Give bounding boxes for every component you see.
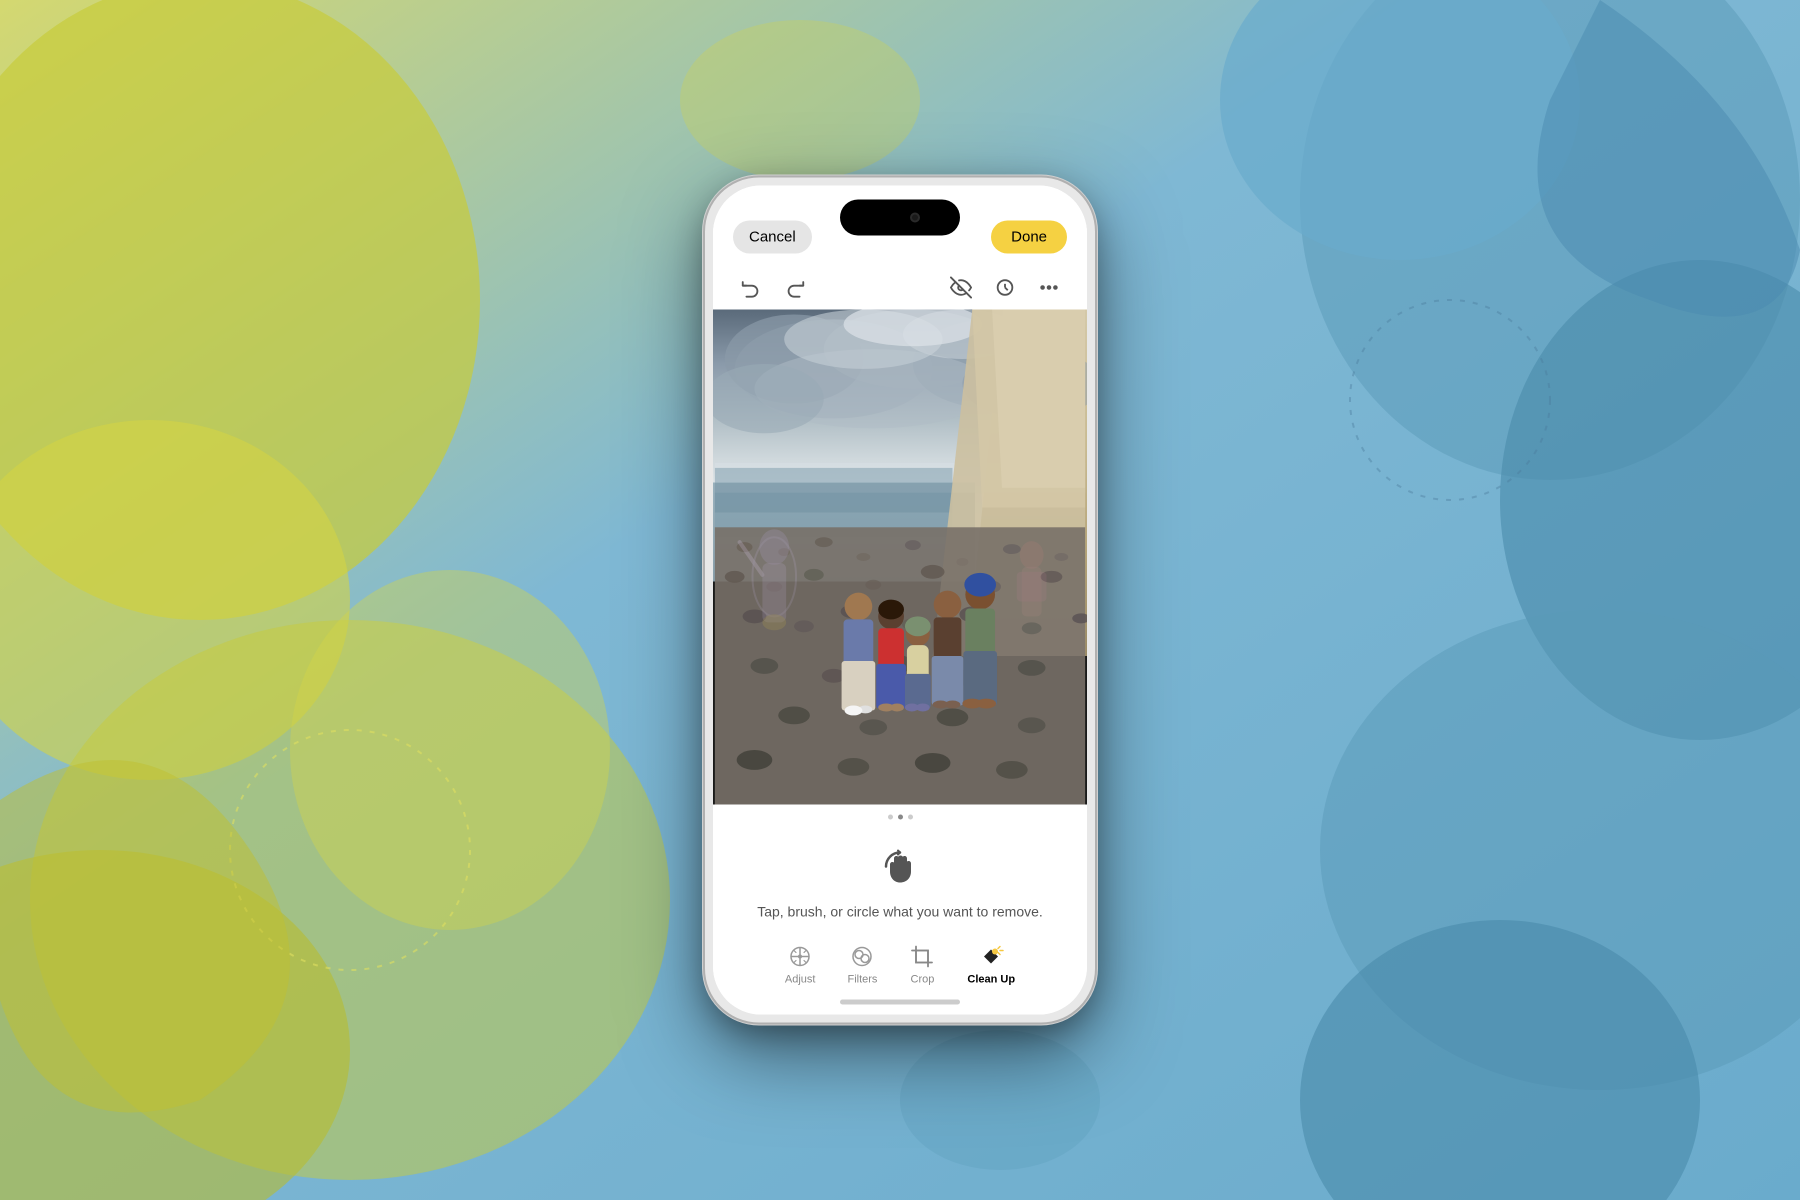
more-button[interactable] (1035, 274, 1063, 302)
toolbar-cleanup[interactable]: Clean Up (967, 944, 1015, 986)
adjust-label: Adjust (785, 974, 816, 986)
phone-screen: Cancel Done (713, 186, 1087, 1015)
filters-label: Filters (847, 974, 877, 986)
bottom-panel: Tap, brush, or circle what you want to r… (713, 805, 1087, 1015)
bottom-toolbar: Adjust Filters (713, 932, 1087, 994)
home-indicator (840, 1000, 960, 1005)
page-dot-1 (888, 815, 893, 820)
gesture-hint-text: Tap, brush, or circle what you want to r… (757, 904, 1043, 920)
dynamic-island (840, 200, 960, 236)
cancel-button[interactable]: Cancel (733, 221, 812, 254)
draw-button[interactable] (991, 274, 1019, 302)
cleanup-label: Clean Up (967, 974, 1015, 986)
tools-right (947, 274, 1063, 302)
toolbar-crop[interactable]: Crop (909, 944, 935, 986)
undo-button[interactable] (737, 274, 765, 302)
page-dot-2 (898, 815, 903, 820)
done-button[interactable]: Done (991, 221, 1067, 254)
redo-button[interactable] (781, 274, 809, 302)
filters-icon (849, 944, 875, 970)
toolbar-filters[interactable]: Filters (847, 944, 877, 986)
phone-container: Cancel Done (705, 178, 1095, 1023)
tool-icons-row (713, 266, 1087, 310)
adjust-icon (787, 944, 813, 970)
toolbar-adjust[interactable]: Adjust (785, 944, 816, 986)
phone-frame: Cancel Done (705, 178, 1095, 1023)
page-dot-3 (908, 815, 913, 820)
photo-area[interactable] (713, 310, 1087, 805)
page-dots (713, 805, 1087, 826)
di-camera (910, 213, 920, 223)
gesture-area: Tap, brush, or circle what you want to r… (713, 826, 1087, 932)
photo-scene (713, 310, 1087, 805)
cleanup-icon (978, 944, 1004, 970)
crop-label: Crop (911, 974, 935, 986)
crop-icon (909, 944, 935, 970)
gesture-icon (875, 842, 925, 892)
tools-left (737, 274, 809, 302)
hide-button[interactable] (947, 274, 975, 302)
